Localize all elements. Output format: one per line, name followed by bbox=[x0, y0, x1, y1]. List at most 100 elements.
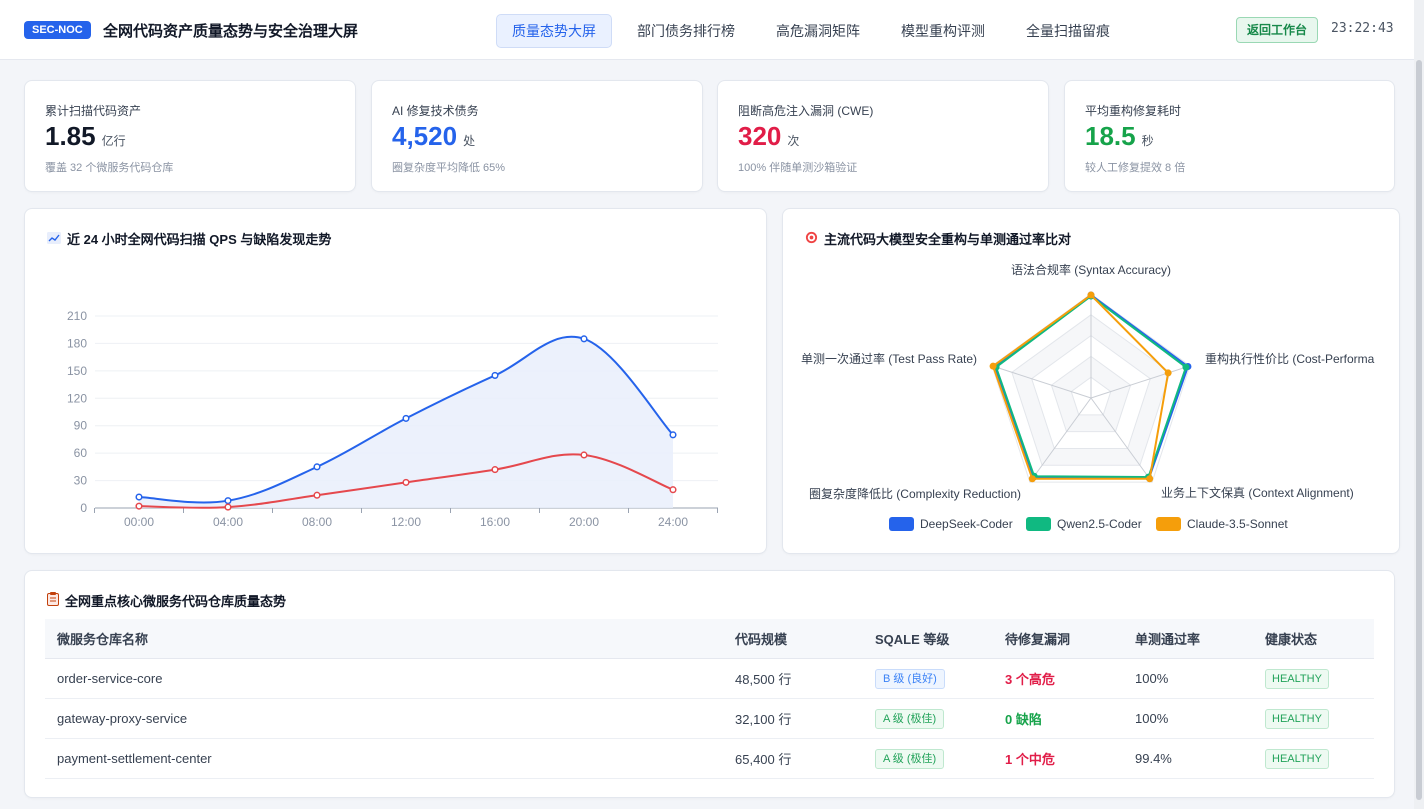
sqale-tag-cell: A 级 (极佳) bbox=[863, 698, 993, 739]
data-point bbox=[580, 451, 588, 459]
sqale-tag: A 级 (极佳) bbox=[875, 708, 945, 729]
back-to-workbench-button[interactable]: 返回工作台 bbox=[1236, 17, 1319, 43]
top-bar: SEC-NOC 全网代码资产质量态势与安全治理大屏 质量态势大屏 部门债务排行榜… bbox=[0, 0, 1414, 60]
kpi-card-ai-debt: AI 修复技术债务 4,520 处 圈复杂度平均降低 65% bbox=[371, 80, 703, 192]
tab-vuln-matrix[interactable]: 高危漏洞矩阵 bbox=[760, 14, 876, 48]
tab-quality-dashboard[interactable]: 质量态势大屏 bbox=[496, 14, 612, 48]
table-row[interactable]: payment-settlement-center 65,400 行 A 级 (极佳… bbox=[45, 738, 1374, 779]
table-header-row: 微服务仓库名称 代码规模 SQALE 等级 待修复漏洞 单测通过率 健康状态 bbox=[45, 619, 1374, 659]
y-tick-label: 120 bbox=[67, 391, 87, 405]
radar-axis-label: 业务上下文保真 (Context Alignment) bbox=[1161, 485, 1354, 500]
x-tick-label: 08:00 bbox=[302, 515, 332, 529]
sec-noc-badge: SEC-NOC bbox=[24, 21, 91, 39]
kpi-card-refactor-time: 平均重构修复耗时 18.5 秒 较人工修复提效 8 倍 bbox=[1064, 80, 1395, 192]
code-size-cell: 48,500 行 bbox=[723, 658, 863, 699]
data-point bbox=[135, 502, 143, 510]
y-tick-label: 30 bbox=[74, 474, 88, 488]
data-point bbox=[135, 493, 143, 501]
table-row[interactable]: order-service-core 48,500 行 B 级 (良好) 3 个高危 1… bbox=[45, 658, 1374, 699]
y-tick-label: 0 bbox=[80, 501, 87, 515]
column-header: 健康状态 bbox=[1253, 619, 1374, 659]
data-point bbox=[491, 371, 499, 379]
kpi-label: 累计扫描代码资产 bbox=[45, 104, 142, 118]
kpi-label: 平均重构修复耗时 bbox=[1085, 104, 1182, 118]
trend-line-chart: 0 30 60 90 120 150 180 210 00:00 04:00 08:00 12:00 1… bbox=[67, 309, 718, 529]
repo-table-title: 全网重点核心微服务代码仓库质量态势 bbox=[47, 591, 286, 610]
kpi-value: 18.5 秒 bbox=[1085, 121, 1154, 151]
page-scrollbar[interactable] bbox=[1414, 0, 1424, 809]
app-title: 全网代码资产质量态势与安全治理大屏 bbox=[103, 23, 359, 40]
kpi-card-blocked-vulns: 阻断高危注入漏洞 (CWE) 320 次 100% 伴随单测沙箱验证 bbox=[717, 80, 1049, 192]
repo-name-cell: gateway-proxy-service bbox=[45, 698, 723, 739]
radar-axis-label: 重构执行性价比 (Cost-Performa bbox=[1205, 351, 1375, 366]
sqale-tag: A 级 (极佳) bbox=[875, 748, 945, 769]
data-point bbox=[669, 486, 677, 494]
scrollbar-thumb[interactable] bbox=[1416, 60, 1422, 800]
data-point bbox=[224, 503, 232, 511]
kpi-value: 1.85 亿行 bbox=[45, 121, 126, 151]
health-badge-cell: HEALTHY bbox=[1253, 698, 1374, 739]
radar-chart-card: 主流代码大模型安全重构与单测通过率比对 语法合规率 (Syntax Accura… bbox=[782, 208, 1400, 554]
y-tick-label: 180 bbox=[67, 336, 87, 350]
tab-scan-trace[interactable]: 全量扫描留痕 bbox=[1010, 14, 1126, 48]
radar-chart: 语法合规率 (Syntax Accuracy) 重构执行性价比 (Cost-Per… bbox=[801, 262, 1375, 531]
data-point bbox=[669, 431, 677, 439]
repo-table: 微服务仓库名称 代码规模 SQALE 等级 待修复漏洞 单测通过率 健康状态 o… bbox=[45, 619, 1374, 779]
kpi-sub: 圈复杂度平均降低 65% bbox=[392, 162, 506, 174]
kpi-label: 阻断高危注入漏洞 (CWE) bbox=[738, 104, 874, 118]
sqale-tag-cell: B 级 (良好) bbox=[863, 658, 993, 699]
column-header: 代码规模 bbox=[723, 619, 863, 659]
radar-point bbox=[1028, 475, 1036, 483]
nav-tabs: 质量态势大屏 部门债务排行榜 高危漏洞矩阵 模型重构评测 全量扫描留痕 bbox=[496, 14, 1135, 48]
y-tick-label: 60 bbox=[74, 446, 88, 460]
health-badge: HEALTHY bbox=[1265, 668, 1329, 689]
data-point bbox=[402, 478, 410, 486]
y-tick-label: 150 bbox=[67, 364, 87, 378]
health-badge-cell: HEALTHY bbox=[1253, 738, 1374, 779]
radar-axis-label: 单测一次通过率 (Test Pass Rate) bbox=[801, 351, 977, 366]
legend-swatch bbox=[889, 517, 914, 531]
kpi-sub: 较人工修复提效 8 倍 bbox=[1085, 162, 1186, 174]
data-point bbox=[491, 466, 499, 474]
data-point bbox=[313, 491, 321, 499]
x-tick-label: 04:00 bbox=[213, 515, 243, 529]
tab-model-eval[interactable]: 模型重构评测 bbox=[885, 14, 1001, 48]
data-point bbox=[224, 497, 232, 505]
radar-point bbox=[1087, 291, 1095, 299]
pass-rate-cell: 100% bbox=[1123, 658, 1253, 699]
repo-name-cell: order-service-core bbox=[45, 658, 723, 699]
kpi-sub: 100% 伴随单测沙箱验证 bbox=[738, 162, 858, 174]
column-header: 待修复漏洞 bbox=[993, 619, 1123, 659]
data-point bbox=[580, 335, 588, 343]
sqale-tag: B 级 (良好) bbox=[875, 668, 945, 689]
data-point bbox=[313, 463, 321, 471]
pass-rate-cell: 99.4% bbox=[1123, 738, 1253, 779]
repo-name-cell: payment-settlement-center bbox=[45, 738, 723, 779]
table-row[interactable]: gateway-proxy-service 32,100 行 A 级 (极佳) 0 缺… bbox=[45, 698, 1374, 739]
column-header: 单测通过率 bbox=[1123, 619, 1253, 659]
data-point bbox=[402, 414, 410, 422]
column-header: 微服务仓库名称 bbox=[45, 619, 723, 659]
vuln-cell: 3 个高危 bbox=[993, 658, 1123, 699]
radar-axis-label: 语法合规率 (Syntax Accuracy) bbox=[1011, 262, 1171, 277]
health-badge: HEALTHY bbox=[1265, 748, 1329, 769]
health-badge-cell: HEALTHY bbox=[1253, 658, 1374, 699]
x-tick-label: 24:00 bbox=[658, 515, 688, 529]
y-tick-label: 90 bbox=[74, 419, 88, 433]
vuln-cell: 0 缺陷 bbox=[993, 698, 1123, 739]
tab-debt-ranking[interactable]: 部门债务排行榜 bbox=[621, 14, 751, 48]
code-size-cell: 32,100 行 bbox=[723, 698, 863, 739]
legend-swatch bbox=[1026, 517, 1051, 531]
kpi-label: AI 修复技术债务 bbox=[392, 104, 479, 118]
pass-rate-cell: 100% bbox=[1123, 698, 1253, 739]
health-badge: HEALTHY bbox=[1265, 708, 1329, 729]
radar-point bbox=[989, 362, 997, 370]
legend-label: Qwen2.5-Coder bbox=[1057, 517, 1142, 531]
x-tick-label: 16:00 bbox=[480, 515, 510, 529]
vuln-cell: 1 个中危 bbox=[993, 738, 1123, 779]
code-size-cell: 65,400 行 bbox=[723, 738, 863, 779]
x-tick-label: 20:00 bbox=[569, 515, 599, 529]
x-tick-label: 00:00 bbox=[124, 515, 154, 529]
repo-table-card: 全网重点核心微服务代码仓库质量态势 微服务仓库名称 代码规模 SQALE 等级 … bbox=[24, 570, 1395, 798]
radar-point bbox=[1182, 363, 1190, 371]
